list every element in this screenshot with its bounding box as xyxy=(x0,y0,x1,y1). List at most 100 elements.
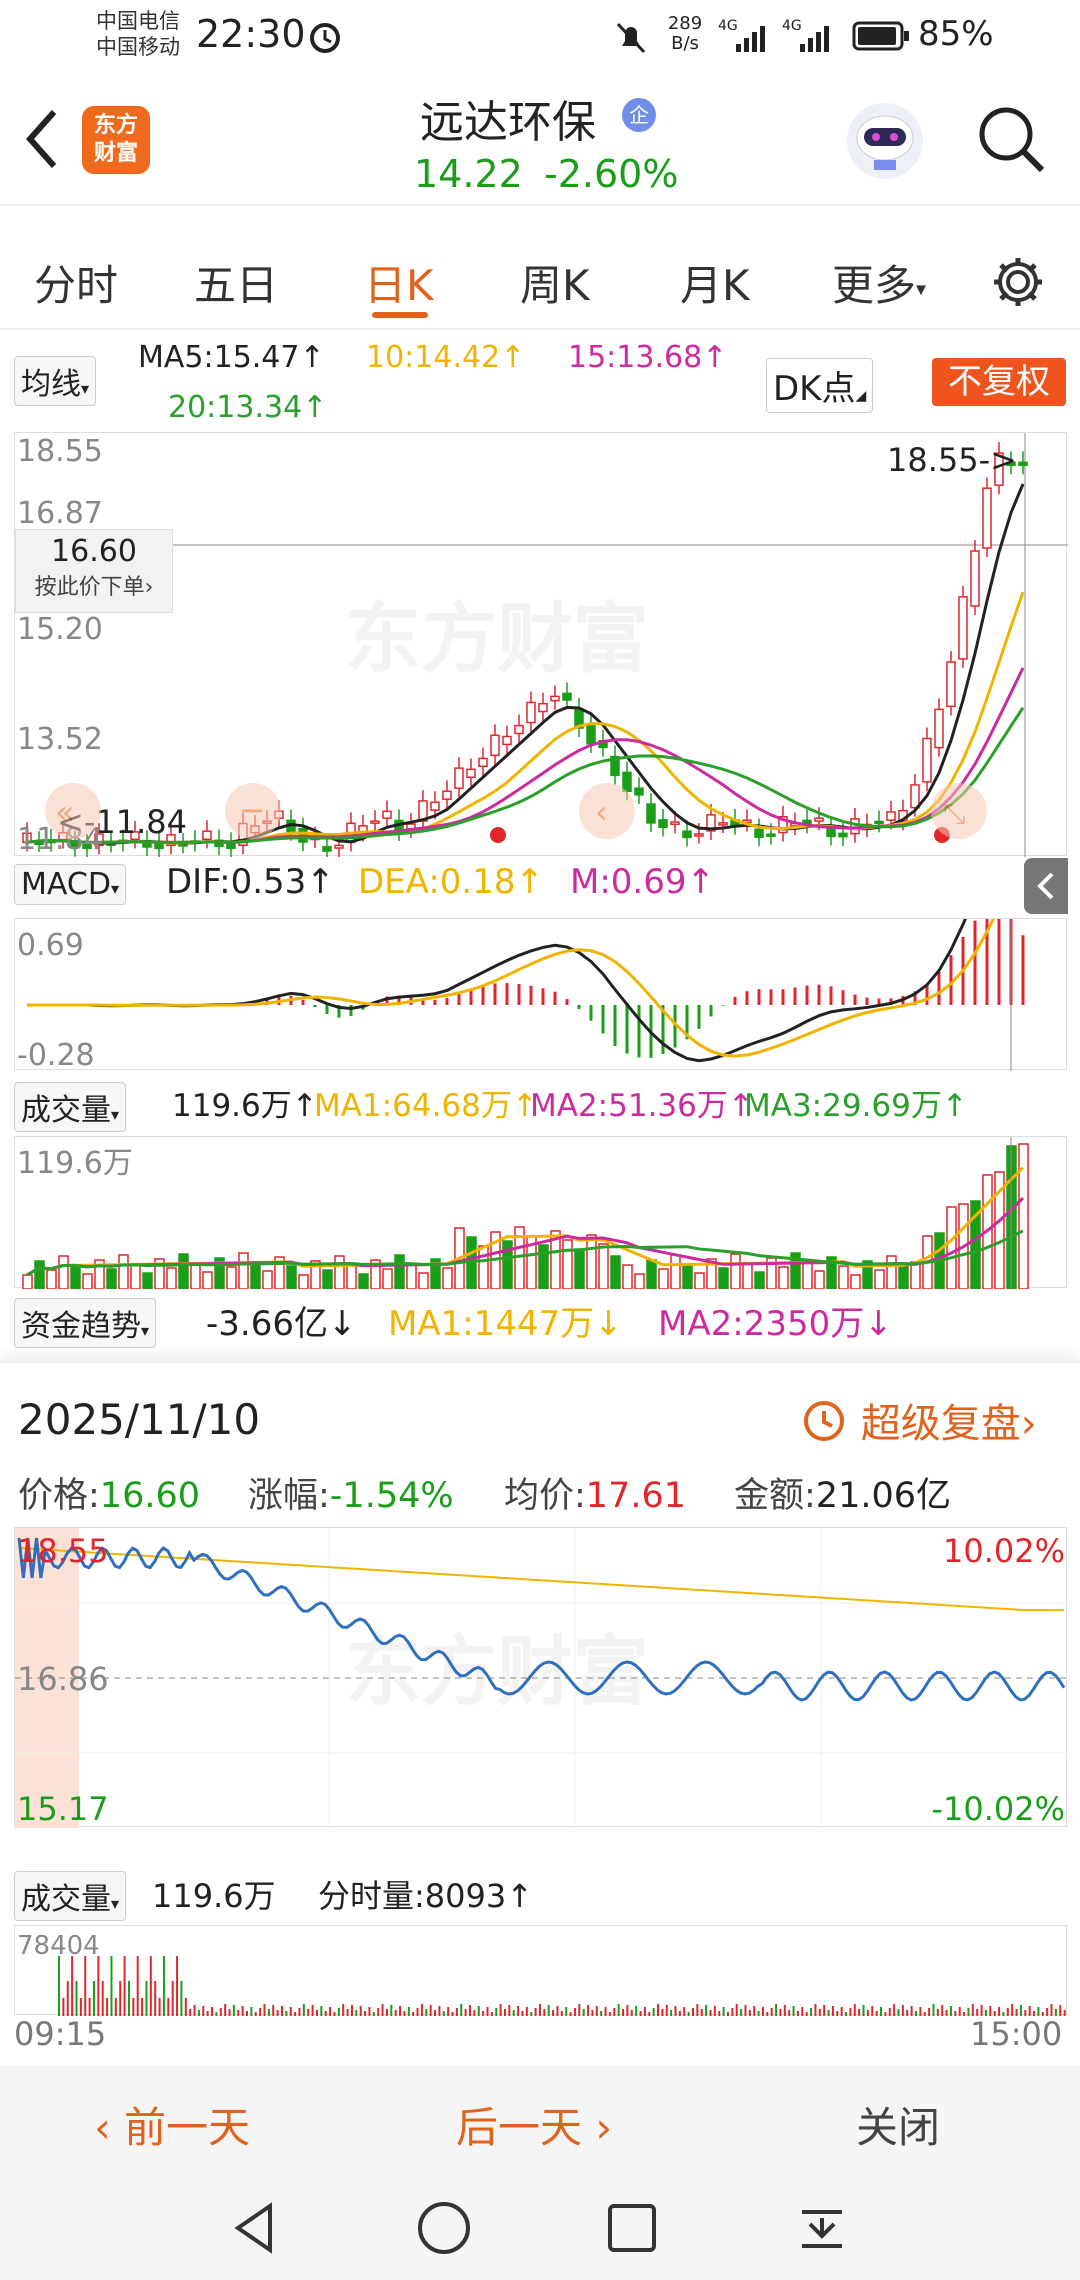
search-icon[interactable] xyxy=(976,104,1046,174)
candle xyxy=(658,819,668,829)
back-icon[interactable] xyxy=(22,106,62,172)
caret-down-icon: ▾ xyxy=(81,379,90,398)
fund-trend-ma1: MA1:1447万↓ xyxy=(388,1304,623,1344)
tab-daily-k[interactable]: 日K xyxy=(364,252,434,313)
tab-weekly-k[interactable]: 周K xyxy=(520,252,590,313)
time-start: 09:15 xyxy=(14,2015,107,2053)
volume-bar xyxy=(910,1261,921,1290)
candle xyxy=(622,771,632,792)
stock-header: 东方 财富 远达环保 企 14.22 -2.60% xyxy=(0,72,1080,206)
candle xyxy=(478,757,488,768)
candle xyxy=(538,702,548,713)
volume-bar xyxy=(946,1206,957,1290)
volume-bar xyxy=(730,1253,741,1290)
candle xyxy=(586,724,596,745)
tab-monthly-k[interactable]: 月K xyxy=(680,252,750,313)
prev-day-button[interactable]: ‹ 前一天 xyxy=(94,2094,250,2155)
no-adjust-button[interactable]: 不复权 xyxy=(932,358,1066,406)
volume-chart[interactable]: 119.6万 xyxy=(14,1136,1067,1290)
candle xyxy=(562,692,572,701)
macd-chart[interactable]: 0.69 -0.28 xyxy=(14,811,1067,1073)
candle xyxy=(370,820,380,824)
candle xyxy=(454,767,464,789)
app-logo[interactable]: 东方 财富 xyxy=(82,106,150,174)
volume-bar xyxy=(250,1261,261,1290)
volume-bar xyxy=(898,1264,909,1290)
candle xyxy=(442,790,452,800)
y-label-2: 16.87 xyxy=(17,496,103,531)
candle xyxy=(970,550,980,607)
volume-bar xyxy=(754,1271,765,1290)
volume-dropdown[interactable]: 成交量▾ xyxy=(14,1082,127,1132)
volume-bar xyxy=(646,1259,657,1290)
volume-bar xyxy=(742,1262,753,1290)
nav-recents-icon[interactable] xyxy=(602,2198,662,2258)
ma-type-dropdown[interactable]: 均线▾ xyxy=(14,356,97,406)
macd-dif: DIF:0.53↑ xyxy=(166,862,335,902)
candle xyxy=(550,695,560,702)
tab-more[interactable]: 更多▾ xyxy=(832,252,926,313)
nav-back-icon[interactable] xyxy=(226,2198,286,2258)
volume-bar xyxy=(802,1261,813,1290)
tab-five-day[interactable]: 五日 xyxy=(194,252,278,313)
kline-chart[interactable]: 东方财富 18.55 16.87 15.20 13.52 11.84 18.55… xyxy=(14,432,1068,857)
carrier-2: 中国移动 xyxy=(96,35,180,59)
y-label-4: 13.52 xyxy=(17,722,103,757)
volume-bar xyxy=(58,1255,69,1290)
status-time: 22:30 xyxy=(196,12,306,56)
volume-ma2: MA2:51.36万↑ xyxy=(530,1088,754,1124)
volume-bar xyxy=(634,1273,645,1290)
crosshair-price-box[interactable]: 16.60 按此价下单› xyxy=(15,529,173,613)
intraday-y-bottom: 15.17 xyxy=(17,1790,109,1828)
candle xyxy=(982,487,992,549)
intraday-volume-chart[interactable]: 78404 xyxy=(14,1925,1079,2016)
tab-intraday[interactable]: 分时 xyxy=(34,252,118,313)
volume-bar xyxy=(34,1260,45,1290)
volume-bar xyxy=(562,1239,573,1290)
battery-icon xyxy=(852,21,909,51)
stock-name: 远达环保 xyxy=(420,97,596,148)
candle xyxy=(886,811,896,821)
caret-down-icon: ▾ xyxy=(916,276,927,301)
crosshair-hint: 按此价下单 xyxy=(34,575,145,600)
side-panel-toggle[interactable] xyxy=(1024,858,1068,914)
volume-bar xyxy=(886,1255,897,1290)
candle xyxy=(526,701,536,724)
current-price: 14.22 xyxy=(414,152,523,196)
intraday-y-top: 18.55 xyxy=(17,1532,109,1570)
candle xyxy=(514,724,524,735)
volume-bar xyxy=(166,1267,177,1290)
volume-bar xyxy=(442,1267,453,1290)
candle xyxy=(934,708,944,749)
robot-assistant-icon[interactable] xyxy=(840,98,930,184)
candle xyxy=(334,844,344,849)
volume-bar xyxy=(838,1265,849,1290)
svg-text:‹: ‹ xyxy=(595,793,608,831)
fund-trend-dropdown[interactable]: 资金趋势▾ xyxy=(14,1298,157,1348)
macd-dropdown[interactable]: MACD▾ xyxy=(14,864,126,905)
stat-price: 价格:16.60 xyxy=(18,1476,200,1516)
close-button[interactable]: 关闭 xyxy=(856,2094,940,2155)
super-replay-link[interactable]: 超级复盘› xyxy=(800,1391,1037,1449)
volume-ma3: MA3:29.69万↑ xyxy=(744,1088,968,1124)
chevron-left-icon: ‹ xyxy=(94,2103,125,2152)
alarm-icon xyxy=(310,23,340,53)
crosshair-price: 16.60 xyxy=(51,534,137,569)
candle xyxy=(154,843,164,850)
candle xyxy=(946,661,956,708)
nav-notification-icon[interactable] xyxy=(792,2198,852,2258)
intraday-volume-dropdown[interactable]: 成交量▾ xyxy=(14,1871,127,1921)
intraday-chart[interactable]: 东方财富 18.55 16.86 15.17 10.02% -10.02% xyxy=(14,1527,1068,1828)
volume-bar xyxy=(466,1236,477,1290)
nav-home-icon[interactable] xyxy=(414,2198,474,2258)
volume-bar xyxy=(610,1255,621,1290)
candle xyxy=(718,822,728,826)
carrier-1: 中国电信 xyxy=(96,9,180,33)
dk-points-button[interactable]: DK点◢ xyxy=(766,358,874,413)
intraday-svg: 东方财富 18.55 16.86 15.17 10.02% -10.02% xyxy=(15,1528,1068,1828)
settings-gear-icon[interactable] xyxy=(990,254,1046,310)
tab-active-indicator xyxy=(372,312,428,318)
next-day-button[interactable]: 后一天 › xyxy=(456,2094,612,2155)
volume-bar xyxy=(586,1234,597,1290)
volume-bar xyxy=(346,1264,357,1290)
